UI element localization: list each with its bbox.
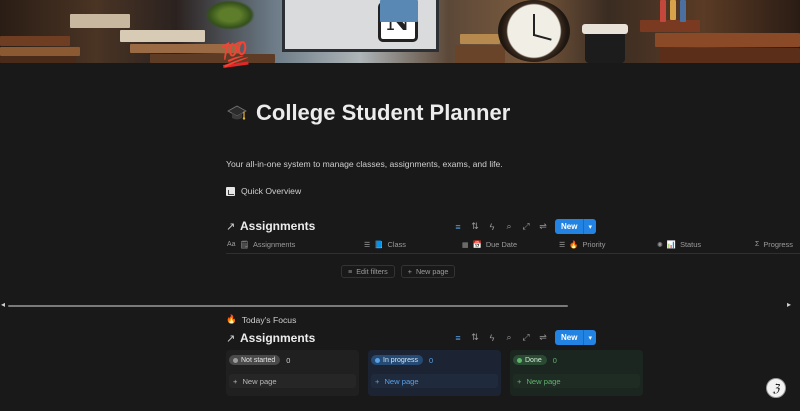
page-title: College Student Planner (256, 100, 511, 125)
assignments-table-header[interactable]: ↗ Assignments (226, 219, 315, 233)
lane-new-page-button[interactable]: + New page (513, 374, 640, 388)
column-progress[interactable]: Σ Progress (755, 240, 793, 249)
linked-database-arrow-icon: ↗ (226, 332, 236, 345)
page-emoji-icon[interactable]: 💯 (220, 38, 268, 74)
coffee-cup-decoration (582, 24, 628, 63)
help-icon: ℨ (772, 381, 780, 395)
lane-not-started: Not started 0 + New page (226, 350, 359, 396)
status-dot-icon (517, 357, 522, 363)
sigma-formula-icon: Σ (755, 241, 760, 248)
calendar-property-icon: ▦ (462, 241, 469, 249)
scrollbar-thumb[interactable] (8, 305, 568, 307)
lane-done: Done 0 + New page (510, 350, 643, 396)
alarm-clock-decoration (498, 0, 570, 62)
plus-icon: + (375, 376, 380, 386)
lane-in-progress: In progress 0 + New page (368, 350, 501, 396)
lane-new-page-button[interactable]: + New page (229, 374, 356, 388)
edit-filters-button[interactable]: ≡ Edit filters (341, 265, 395, 278)
notepad-emoji-icon: 🗒 (239, 240, 249, 249)
lane-count: 0 (429, 355, 434, 365)
lane-count: 0 (286, 355, 291, 365)
status-tag-in-progress[interactable]: In progress (371, 355, 424, 365)
plus-icon: + (407, 267, 412, 276)
lane-count: 0 (552, 355, 557, 365)
status-tag-done[interactable]: Done (513, 355, 547, 365)
calendar-emoji-icon: 📅 (472, 240, 482, 249)
assignments-board-header[interactable]: ↗ Assignments (226, 331, 315, 345)
status-tag-not-started[interactable]: Not started (229, 355, 281, 365)
status-property-icon: ✺ (657, 241, 663, 249)
search-icon[interactable]: ⌕ (504, 221, 514, 232)
page-description: Your all-in-one system to manage classes… (226, 159, 503, 169)
column-class[interactable]: ☰ 📘 Class (364, 240, 406, 249)
settings-sliders-icon[interactable]: ⇌ (538, 221, 548, 232)
search-icon[interactable]: ⌕ (504, 332, 514, 343)
kanban-board: Not started 0 + New page In progress 0 +… (226, 350, 643, 396)
table-new-button[interactable]: New ▾ (555, 219, 596, 234)
chevron-down-icon[interactable]: ▾ (584, 330, 596, 345)
board-new-button[interactable]: New ▾ (555, 330, 596, 345)
plant-decoration (205, 0, 255, 30)
column-assignments[interactable]: Aa 🗒 Assignments (227, 240, 295, 249)
select-property-icon: ☰ (559, 241, 566, 249)
settings-sliders-icon[interactable]: ⇌ (538, 332, 548, 343)
automation-bolt-icon[interactable]: ϟ (487, 222, 497, 232)
cover-image: N (0, 0, 800, 63)
plus-icon: + (233, 376, 238, 386)
help-button[interactable]: ℨ (766, 378, 786, 398)
list-property-icon: ☰ (364, 241, 371, 249)
filter-icon[interactable]: ≡ (453, 333, 463, 343)
book-emoji-icon: 📘 (374, 240, 384, 249)
table-empty-actions: ≡ Edit filters + New page (341, 265, 456, 278)
bar-chart-icon (226, 186, 235, 196)
expand-icon[interactable]: ⤢ (521, 221, 531, 232)
expand-icon[interactable]: ⤢ (521, 332, 531, 343)
todays-focus-heading[interactable]: 🔥 Today's Focus (226, 314, 296, 325)
filter-icon[interactable]: ≡ (453, 222, 463, 232)
scroll-right-arrow-icon[interactable]: ▸ (787, 300, 791, 309)
page-header: College Student Planner (226, 100, 510, 126)
horizontal-scrollbar[interactable]: ◂ ▸ (0, 300, 800, 312)
assignments-board-title[interactable]: Assignments (240, 331, 315, 345)
table-column-headers: Aa 🗒 Assignments ☰ 📘 Class ▦ 📅 Due Date … (226, 240, 800, 252)
scroll-left-arrow-icon[interactable]: ◂ (1, 300, 5, 309)
table-new-page-button[interactable]: + New page (400, 265, 456, 278)
status-dot-icon (375, 357, 380, 363)
text-property-icon: Aa (227, 241, 236, 248)
quick-overview-heading[interactable]: Quick Overview (226, 186, 301, 196)
filter-lines-icon: ≡ (348, 267, 353, 276)
chevron-down-icon[interactable]: ▾ (584, 219, 596, 234)
column-status[interactable]: ✺ 📊 Status (657, 240, 701, 249)
plus-icon: + (517, 376, 522, 386)
assignments-table-title[interactable]: Assignments (240, 219, 315, 233)
new-button-label[interactable]: New (555, 330, 585, 345)
fire-emoji-icon: 🔥 (569, 240, 579, 249)
sort-icon[interactable]: ⇅ (470, 221, 480, 232)
lane-new-page-button[interactable]: + New page (371, 374, 498, 388)
sort-icon[interactable]: ⇅ (470, 332, 480, 343)
table-header-divider (226, 253, 800, 254)
linked-database-arrow-icon: ↗ (226, 220, 236, 233)
column-due-date[interactable]: ▦ 📅 Due Date (462, 240, 517, 249)
automation-bolt-icon[interactable]: ϟ (487, 333, 497, 343)
table-toolbar: ≡ ⇅ ϟ ⌕ ⤢ ⇌ New ▾ (453, 219, 596, 234)
status-dot-icon (233, 357, 238, 363)
quick-overview-label: Quick Overview (241, 186, 302, 196)
fire-icon: 🔥 (226, 314, 237, 324)
column-priority[interactable]: ☰ 🔥 Priority (559, 240, 605, 249)
graduation-cap-icon (226, 100, 248, 126)
board-toolbar: ≡ ⇅ ϟ ⌕ ⤢ ⇌ New ▾ (453, 330, 596, 345)
new-button-label[interactable]: New (555, 219, 585, 234)
chart-emoji-icon: 📊 (666, 240, 677, 249)
